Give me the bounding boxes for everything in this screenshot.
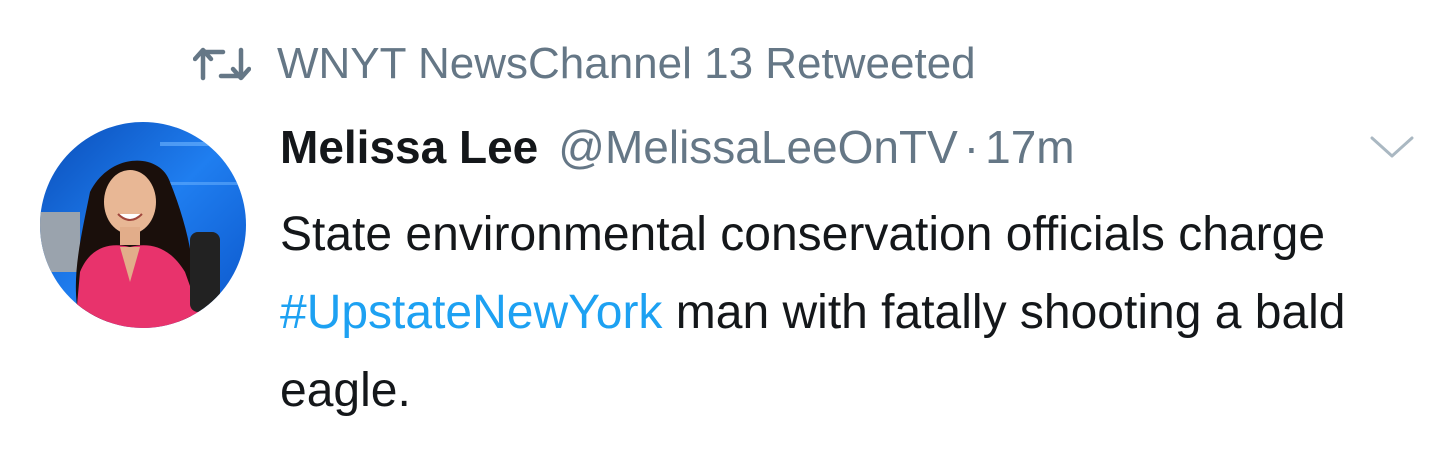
- user-handle[interactable]: @MelissaLeeOnTV: [558, 120, 958, 174]
- tweet-text: State environmental conservation officia…: [280, 196, 1400, 430]
- display-name[interactable]: Melissa Lee: [280, 120, 538, 174]
- retweet-context-label: WNYT NewsChannel 13 Retweeted: [277, 39, 976, 88]
- tweet-header: Melissa Lee @MelissaLeeOnTV · 17m: [280, 120, 1075, 180]
- retweet-context[interactable]: WNYT NewsChannel 13 Retweeted: [193, 36, 976, 92]
- avatar[interactable]: [40, 122, 246, 328]
- timestamp[interactable]: 17m: [985, 120, 1074, 174]
- tweet-text-before: State environmental conservation officia…: [280, 208, 1326, 261]
- chevron-down-icon[interactable]: [1368, 134, 1416, 162]
- avatar-image: [40, 122, 246, 328]
- separator-dot: ·: [963, 121, 980, 173]
- hashtag-link[interactable]: #UpstateNewYork: [280, 286, 662, 339]
- retweet-icon: [193, 47, 251, 81]
